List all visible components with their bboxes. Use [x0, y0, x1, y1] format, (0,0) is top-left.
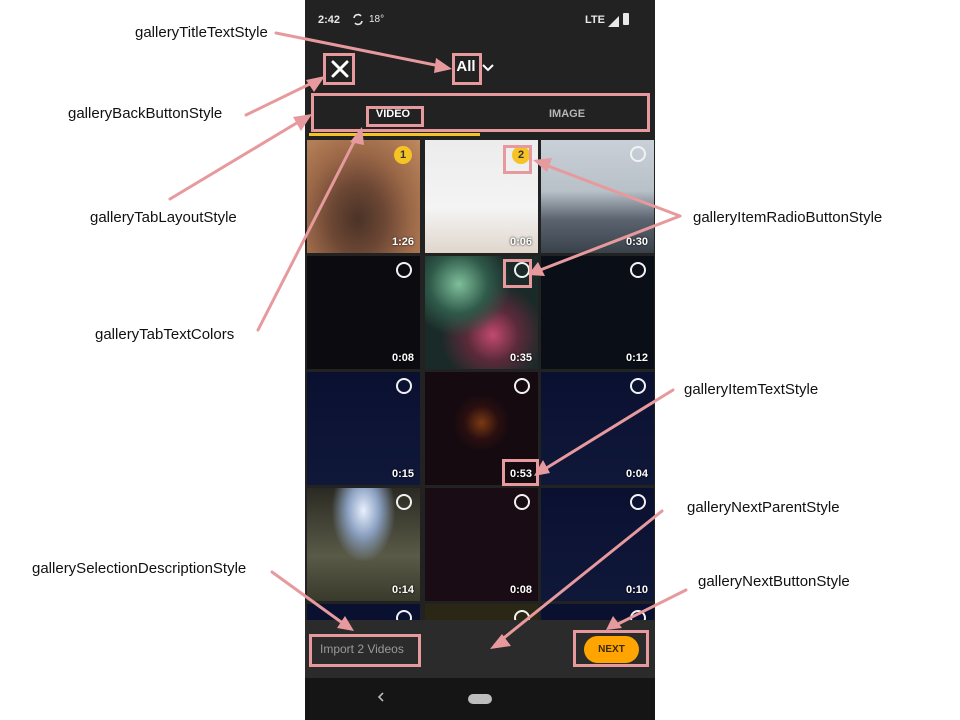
annotation-arrows — [168, 31, 688, 649]
arrow-back — [244, 78, 320, 117]
arrow-tab-text — [256, 132, 360, 332]
arrow-next-parent — [493, 509, 664, 647]
arrow-tab-layout — [168, 116, 307, 201]
arrow-title — [274, 31, 447, 69]
arrow-radio-2 — [533, 214, 682, 274]
arrow-next-button — [610, 588, 688, 629]
arrow-item-text — [538, 388, 675, 474]
arrow-selection-desc — [270, 570, 350, 629]
arrow-radio-1 — [538, 161, 682, 218]
